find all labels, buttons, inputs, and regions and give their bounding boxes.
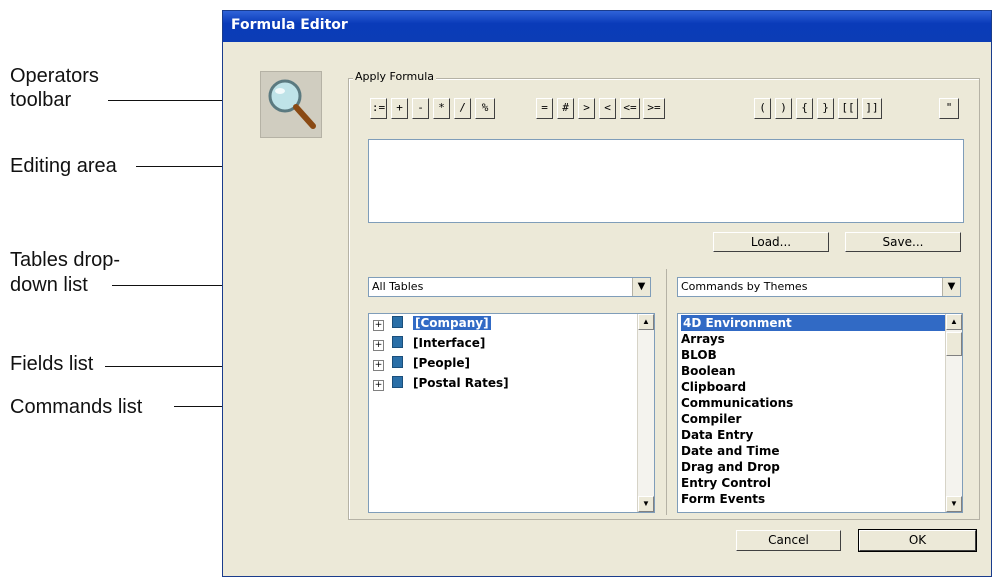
operator-assign-button[interactable]: := [370,98,387,119]
formula-editor-window: Formula Editor Apply Formula := + - * / … [222,10,992,577]
operator-greaterequal-button[interactable]: >= [643,98,665,119]
commands-dropdown[interactable]: Commands by Themes ▼ [677,277,961,297]
callout-tables-line2: down list [10,274,88,296]
save-button[interactable]: Save... [845,232,961,252]
operator-percent-button[interactable]: % [475,98,495,119]
scroll-up-icon[interactable]: ▲ [638,314,654,330]
operator-multiply-button[interactable]: * [433,98,450,119]
operator-plus-button[interactable]: + [391,98,408,119]
callout-tables-line1: Tables drop- [10,249,121,271]
expand-icon[interactable]: + [373,360,384,371]
list-item[interactable]: 4D Environment [681,315,946,331]
operator-greater-button[interactable]: > [578,98,595,119]
operator-equal-button[interactable]: = [536,98,553,119]
chevron-down-icon[interactable]: ▼ [942,278,960,296]
chevron-down-icon[interactable]: ▼ [632,278,650,296]
title-bar[interactable]: Formula Editor [223,11,991,42]
table-icon [392,336,403,348]
tables-dropdown-value: All Tables [372,280,424,293]
commands-scrollbar[interactable]: ▲ ▼ [945,314,962,512]
list-item[interactable]: Drag and Drop [681,459,780,475]
operator-lessequal-button[interactable]: <= [620,98,640,119]
ok-button[interactable]: OK [858,529,977,552]
commands-dropdown-value: Commands by Themes [681,280,808,293]
operator-notequal-button[interactable]: # [557,98,574,119]
table-icon [392,316,403,328]
list-item[interactable]: Boolean [681,363,736,379]
magnifier-icon [260,71,322,138]
operator-rbracket-button[interactable]: ]] [862,98,882,119]
pane-divider [666,269,667,515]
fields-list[interactable]: + [Company] + [Interface] + [People] + [Post… [368,313,655,513]
cancel-button[interactable]: Cancel [736,530,841,551]
list-item[interactable]: + [Postal Rates] [373,374,509,392]
list-item[interactable]: Form Events [681,491,765,507]
operator-lbrace-button[interactable]: { [796,98,813,119]
callout-fields: Fields list [10,353,94,375]
apply-formula-label: Apply Formula [353,70,437,83]
list-item[interactable]: Arrays [681,331,725,347]
callout-editing: Editing area [10,155,117,177]
list-item[interactable]: Communications [681,395,793,411]
list-item[interactable]: Date and Time [681,443,779,459]
fields-scrollbar[interactable]: ▲ ▼ [637,314,654,512]
list-item[interactable]: Entry Control [681,475,771,491]
list-item[interactable]: BLOB [681,347,717,363]
load-button[interactable]: Load... [713,232,829,252]
list-item[interactable]: + [Company] [373,314,491,332]
commands-list[interactable]: 4D Environment Arrays BLOB Boolean Clipb… [677,313,963,513]
scroll-thumb[interactable] [946,332,962,356]
table-name: [Company] [413,316,491,330]
operator-quote-button[interactable]: " [939,98,959,119]
scroll-down-icon[interactable]: ▼ [638,496,654,512]
tables-dropdown[interactable]: All Tables ▼ [368,277,651,297]
table-icon [392,356,403,368]
window-title: Formula Editor [231,17,348,33]
list-item[interactable]: Clipboard [681,379,746,395]
expand-icon[interactable]: + [373,320,384,331]
operator-lbracket-button[interactable]: [[ [838,98,858,119]
table-icon [392,376,403,388]
operator-minus-button[interactable]: - [412,98,429,119]
table-name: [Interface] [413,336,486,350]
list-item[interactable]: Data Entry [681,427,753,443]
expand-icon[interactable]: + [373,380,384,391]
formula-editing-area[interactable] [368,139,964,223]
list-item[interactable]: + [Interface] [373,334,485,352]
list-item[interactable]: + [People] [373,354,470,372]
scroll-down-icon[interactable]: ▼ [946,496,962,512]
table-name: [Postal Rates] [413,376,509,390]
expand-icon[interactable]: + [373,340,384,351]
operator-divide-button[interactable]: / [454,98,471,119]
table-name: [People] [413,356,470,370]
callout-commands: Commands list [10,396,143,418]
callout-operators-line2: toolbar [10,89,72,111]
operator-rparen-button[interactable]: ) [775,98,792,119]
operator-rbrace-button[interactable]: } [817,98,834,119]
list-item[interactable]: Compiler [681,411,741,427]
scroll-up-icon[interactable]: ▲ [946,314,962,330]
operator-lparen-button[interactable]: ( [754,98,771,119]
operator-less-button[interactable]: < [599,98,616,119]
callout-operators-line1: Operators [10,65,99,87]
